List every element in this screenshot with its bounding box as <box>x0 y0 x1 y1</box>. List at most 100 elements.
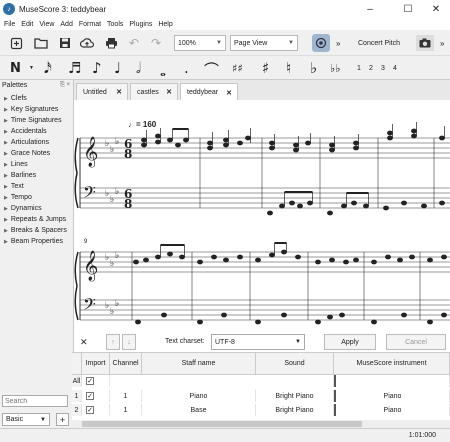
import-table: Import Channel Staff name Sound MuseScor… <box>72 352 450 420</box>
menu-plugins[interactable]: Plugins <box>129 21 152 28</box>
panel-controls-icon[interactable]: ⎘ × <box>60 82 70 89</box>
palette-accidentals[interactable]: ▶ Accidentals <box>4 128 47 135</box>
time-signature-bottom[interactable]: 8 <box>124 197 132 211</box>
import-checkbox[interactable]: ✓ <box>82 404 110 416</box>
sharp-icon[interactable]: ♯ <box>262 59 269 77</box>
import-all-checkbox[interactable]: ✓ <box>82 375 110 387</box>
close-tab-icon[interactable]: ✕ <box>226 89 232 97</box>
palette-articulations[interactable]: ▶ Articulations <box>4 139 49 146</box>
tab-castles[interactable]: castles ✕ <box>130 83 178 100</box>
voice-4-button[interactable]: 4 <box>393 65 397 72</box>
zoom-combo[interactable]: 100% ▼ <box>174 35 226 51</box>
whole-note-icon[interactable]: 𝅝 <box>160 62 166 80</box>
palette-tempo[interactable]: ▶ Tempo <box>4 194 32 201</box>
menu-file[interactable]: File <box>4 21 15 28</box>
double-flat-icon[interactable]: ♭♭ <box>330 62 340 75</box>
palette-search-input[interactable] <box>2 395 68 407</box>
charset-select[interactable]: UTF-8 ▼ <box>211 334 305 350</box>
staff-name-cell[interactable]: Piano <box>142 390 256 402</box>
new-score-icon[interactable] <box>8 35 24 51</box>
apply-button[interactable]: Apply <box>324 334 376 350</box>
close-tab-icon[interactable]: ✕ <box>116 88 122 96</box>
augmentation-dot-icon[interactable]: . <box>184 59 189 77</box>
close-panel-icon[interactable]: ✕ <box>80 337 88 348</box>
cloud-upload-icon[interactable] <box>79 35 95 51</box>
horizontal-scrollbar[interactable] <box>72 420 450 428</box>
flat-icon[interactable]: ♭ <box>310 59 317 77</box>
open-folder-icon[interactable] <box>33 35 49 51</box>
natural-icon[interactable]: ♮ <box>286 59 291 77</box>
instrument-cell[interactable]: Piano <box>334 390 450 402</box>
palette-repeats-jumps[interactable]: ▶ Repeats & Jumps <box>4 216 66 223</box>
toolbar-overflow-icon[interactable]: » <box>440 39 444 48</box>
half-note-icon[interactable]: 𝅗𝅥 <box>136 59 141 77</box>
toolbar-overflow-icon[interactable]: » <box>336 39 340 48</box>
playback-toggle-icon[interactable] <box>312 34 330 52</box>
add-workspace-button[interactable]: + <box>56 413 69 426</box>
palette-beam-properties[interactable]: ▶ Beam Properties <box>4 238 63 245</box>
palette-lines[interactable]: ▶ Lines <box>4 161 28 168</box>
menu-view[interactable]: View <box>39 21 54 28</box>
palette-barlines[interactable]: ▶ Barlines <box>4 172 36 179</box>
score-tabs: Untitled ✕ castles ✕ teddybear ✕ <box>74 80 450 101</box>
expand-icon: ▶ <box>4 118 8 124</box>
thirty-second-note-icon[interactable]: ♬ <box>68 59 81 77</box>
sixty-fourth-note-icon[interactable]: 𝅘𝅥𝅯 <box>44 59 52 77</box>
import-checkbox[interactable]: ✓ <box>82 390 110 402</box>
close-window-button[interactable]: ✕ <box>420 0 450 18</box>
chevron-down-icon[interactable]: ▼ <box>29 65 34 71</box>
title-bar: ♪ MuseScore 3: teddybear – ☐ ✕ <box>0 0 450 18</box>
close-tab-icon[interactable]: ✕ <box>166 88 172 96</box>
note-input-toolbar: N ▼ 𝅘𝅥𝅯 ♬ ♪ ♩ 𝅗𝅥 𝅝 . ⌒ ♯♯ ♯ ♮ ♭ ♭♭ 1 2 3… <box>0 56 450 80</box>
palette-time-signatures[interactable]: ▶ Time Signatures <box>4 117 62 124</box>
double-sharp-icon[interactable]: ♯♯ <box>232 62 243 75</box>
menu-edit[interactable]: Edit <box>21 21 33 28</box>
palette-grace-notes[interactable]: ▶ Grace Notes <box>4 150 50 157</box>
voice-2-button[interactable]: 2 <box>369 65 373 72</box>
view-mode-combo[interactable]: Page View ▼ <box>230 35 298 51</box>
menu-add[interactable]: Add <box>60 21 72 28</box>
column-header-channel[interactable]: Channel <box>110 353 142 375</box>
score-sheet[interactable]: 𝄞 𝄢 𝄞 𝄢 ♭♭♭ ♭♭♭ ♭♭♭ ♭♭♭ <box>74 100 450 329</box>
concert-pitch-button[interactable]: Concert Pitch <box>358 40 400 47</box>
menu-format[interactable]: Format <box>79 21 101 28</box>
palette-text[interactable]: ▶ Text <box>4 183 24 190</box>
time-signature-bottom[interactable]: 8 <box>124 147 132 161</box>
quarter-note-icon[interactable]: ♩ <box>114 59 121 77</box>
palette-breaks-spacers[interactable]: ▶ Breaks & Spacers <box>4 227 67 234</box>
tab-untitled[interactable]: Untitled ✕ <box>76 83 128 100</box>
cancel-button[interactable]: Cancel <box>386 334 446 350</box>
palette-key-signatures[interactable]: ▶ Key Signatures <box>4 106 58 113</box>
camera-icon[interactable] <box>416 35 434 51</box>
tab-teddybear[interactable]: teddybear ✕ <box>180 83 238 101</box>
score-canvas[interactable]: 𝄞 𝄢 𝄞 𝄢 ♭ ♭ ♭ ♭ ♭ ♭ ♭ ♭ ♭ ♭ ♭ ♭ ♩= 160 6… <box>74 100 450 329</box>
staff-name-cell[interactable]: Base <box>142 404 256 416</box>
expand-icon: ▶ <box>4 217 8 223</box>
move-up-button[interactable]: ↑ <box>106 334 120 350</box>
note-input-mode-icon[interactable]: N <box>10 61 21 76</box>
save-icon[interactable] <box>57 35 73 51</box>
scrollbar-thumb[interactable] <box>82 421 362 427</box>
workspace-select[interactable]: Basic ▼ <box>2 413 50 426</box>
print-icon[interactable] <box>103 35 119 51</box>
redo-icon[interactable]: ↷ <box>148 35 164 51</box>
undo-icon[interactable]: ↶ <box>126 35 142 51</box>
eighth-note-icon[interactable]: ♪ <box>92 59 102 77</box>
column-header-instrument[interactable]: MuseScore instrument <box>334 353 450 375</box>
instrument-cell[interactable]: Piano <box>334 404 450 416</box>
palette-clefs[interactable]: ▶ Clefs <box>4 95 27 102</box>
status-bar: 1:01:000 <box>0 428 450 442</box>
palette-dynamics[interactable]: ▶ Dynamics <box>4 205 42 212</box>
column-header-import[interactable]: Import <box>82 353 110 375</box>
tempo-marking[interactable]: ♩= 160 <box>128 120 156 129</box>
menu-tools[interactable]: Tools <box>107 21 123 28</box>
column-header-sound[interactable]: Sound <box>256 353 334 375</box>
svg-text:♭: ♭ <box>105 253 109 263</box>
column-header-staff-name[interactable]: Staff name <box>142 353 256 375</box>
move-down-button[interactable]: ↓ <box>122 334 136 350</box>
voice-3-button[interactable]: 3 <box>381 65 385 72</box>
tie-icon[interactable]: ⌒ <box>204 59 219 80</box>
minimize-button[interactable]: – <box>354 0 386 18</box>
voice-1-button[interactable]: 1 <box>357 65 361 72</box>
menu-help[interactable]: Help <box>158 21 172 28</box>
